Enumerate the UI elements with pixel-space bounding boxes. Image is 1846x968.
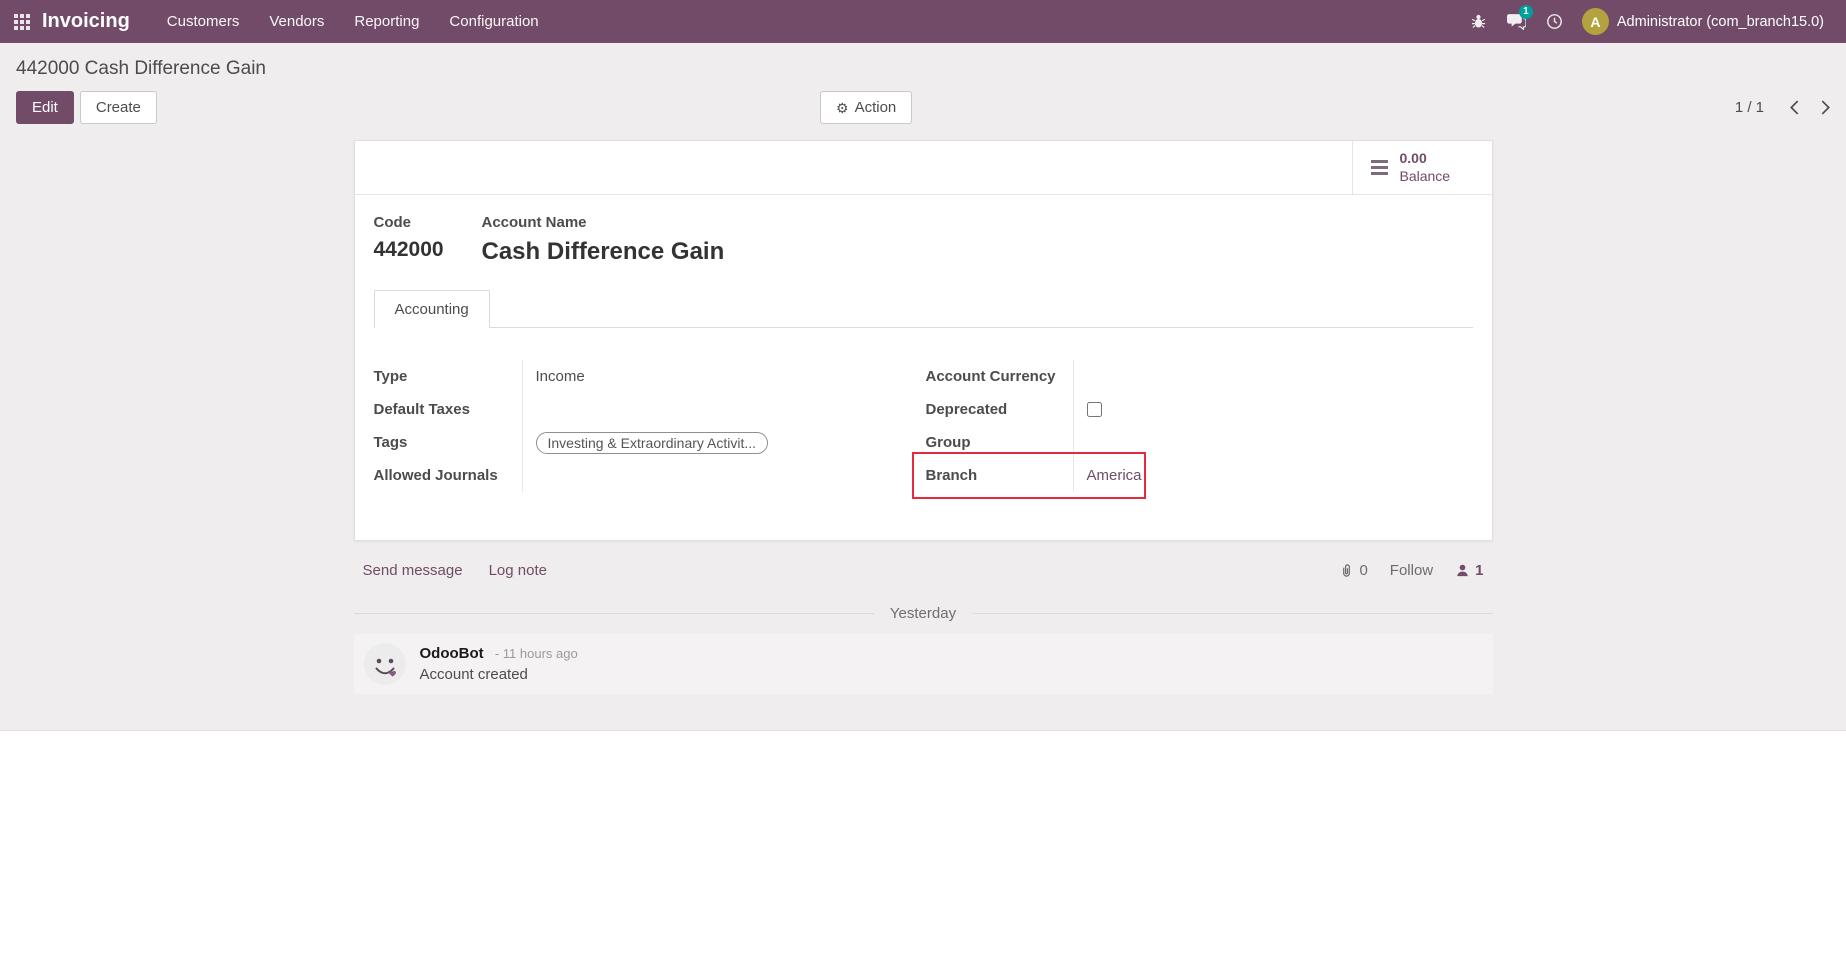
deprecated-checkbox[interactable]: [1087, 402, 1102, 417]
app-name[interactable]: Invoicing: [42, 10, 130, 33]
field-row-group: Group: [926, 426, 1473, 459]
code-label: Code: [374, 214, 482, 231]
group-value: [1073, 426, 1473, 459]
content-area: 442000 Cash Difference Gain Edit Create …: [0, 43, 1846, 731]
follow-button[interactable]: Follow: [1390, 562, 1433, 579]
field-row-branch: Branch America: [926, 459, 1473, 492]
attachment-count: 0: [1359, 562, 1367, 579]
chatter-message: OdooBot - 11 hours ago Account created: [354, 634, 1493, 694]
breadcrumb-row: 442000 Cash Difference Gain: [0, 43, 1846, 82]
form-sheet: Code 442000 Account Name Cash Difference…: [355, 195, 1492, 540]
type-value: Income: [522, 360, 926, 393]
notebook-tabs: Accounting: [374, 290, 1473, 328]
apps-grid-icon[interactable]: [14, 14, 30, 30]
message-author[interactable]: OdooBot: [420, 645, 484, 662]
message-body: Account created: [420, 666, 578, 683]
chatter-toolbar: Send message Log note 0 Follow 1: [354, 556, 1493, 591]
balance-label: Balance: [1400, 168, 1451, 186]
chatter: Send message Log note 0 Follow 1: [354, 556, 1493, 694]
breadcrumb[interactable]: 442000 Cash Difference Gain: [16, 58, 266, 79]
nav-item-customers[interactable]: Customers: [152, 0, 255, 43]
branch-label: Branch: [926, 459, 1073, 492]
tag-investing-extraordinary[interactable]: Investing & Extraordinary Activit...: [536, 432, 769, 454]
account-name-value: Cash Difference Gain: [482, 238, 725, 266]
create-button[interactable]: Create: [80, 91, 157, 124]
odoobot-avatar: [364, 643, 406, 685]
nav-menu: Customers Vendors Reporting Configuratio…: [152, 0, 554, 43]
pager-value: 1 / 1: [1735, 99, 1764, 116]
messages-badge: 1: [1519, 5, 1533, 19]
field-row-type: Type Income: [374, 360, 926, 393]
allowed-journals-label: Allowed Journals: [374, 459, 522, 492]
control-panel: Edit Create ⚙ Action 1 / 1: [0, 82, 1846, 140]
field-row-account-currency: Account Currency: [926, 360, 1473, 393]
date-divider-label: Yesterday: [890, 605, 956, 622]
pager-next-icon[interactable]: [1821, 100, 1830, 115]
group-label: Group: [926, 426, 1073, 459]
user-menu[interactable]: A Administrator (com_branch15.0): [1574, 0, 1832, 43]
action-button[interactable]: ⚙ Action: [820, 91, 912, 124]
action-button-label: Action: [855, 99, 897, 116]
top-nav: Invoicing Customers Vendors Reporting Co…: [0, 0, 1846, 43]
user-avatar: A: [1582, 8, 1609, 35]
nav-right: 1 A Administrator (com_branch15.0): [1460, 0, 1832, 43]
field-row-allowed-journals: Allowed Journals: [374, 459, 926, 492]
pager-previous-icon[interactable]: [1790, 100, 1799, 115]
title-section: Code 442000 Account Name Cash Difference…: [374, 214, 1473, 266]
attachments-button[interactable]: 0: [1339, 562, 1367, 579]
date-divider: Yesterday: [354, 605, 1493, 622]
tags-value: Investing & Extraordinary Activit...: [522, 426, 926, 459]
follower-person-icon: [1455, 563, 1470, 578]
field-row-tags: Tags Investing & Extraordinary Activit..…: [374, 426, 926, 459]
card-header: 0.00 Balance: [355, 141, 1492, 195]
type-label: Type: [374, 360, 522, 393]
deprecated-label: Deprecated: [926, 393, 1073, 426]
account-name-label: Account Name: [482, 214, 725, 231]
activities-clock-icon[interactable]: [1536, 0, 1574, 43]
journal-items-bars-icon: [1371, 160, 1388, 175]
debug-bug-icon[interactable]: [1460, 0, 1498, 43]
nav-item-reporting[interactable]: Reporting: [339, 0, 434, 43]
tags-label: Tags: [374, 426, 522, 459]
deprecated-value: [1073, 393, 1473, 426]
send-message-button[interactable]: Send message: [363, 562, 463, 579]
balance-value: 0.00: [1400, 150, 1451, 168]
code-value: 442000: [374, 238, 482, 262]
gear-icon: ⚙: [836, 101, 849, 115]
field-groups: Type Income Default Taxes Tags Investing…: [374, 328, 1473, 492]
log-note-button[interactable]: Log note: [489, 562, 547, 579]
left-field-group: Type Income Default Taxes Tags Investing…: [374, 360, 926, 492]
account-currency-value: [1073, 360, 1473, 393]
right-field-group: Account Currency Deprecated Group: [926, 360, 1473, 492]
nav-item-vendors[interactable]: Vendors: [254, 0, 339, 43]
edit-button[interactable]: Edit: [16, 91, 74, 124]
account-currency-label: Account Currency: [926, 360, 1073, 393]
default-taxes-label: Default Taxes: [374, 393, 522, 426]
messages-icon[interactable]: 1: [1498, 0, 1536, 43]
branch-value-link[interactable]: America: [1087, 467, 1142, 484]
follower-count: 1: [1475, 562, 1483, 579]
followers-button[interactable]: 1: [1455, 562, 1483, 579]
user-name: Administrator (com_branch15.0): [1617, 14, 1824, 30]
tab-accounting[interactable]: Accounting: [374, 290, 490, 328]
message-timestamp: - 11 hours ago: [495, 646, 578, 661]
pager: 1 / 1: [1735, 99, 1830, 116]
field-row-deprecated: Deprecated: [926, 393, 1473, 426]
field-row-default-taxes: Default Taxes: [374, 393, 926, 426]
account-form-card: 0.00 Balance Code 442000 Account Name Ca…: [354, 140, 1493, 541]
nav-item-configuration[interactable]: Configuration: [434, 0, 553, 43]
balance-stat-button[interactable]: 0.00 Balance: [1352, 141, 1492, 194]
paperclip-icon: [1339, 563, 1354, 579]
default-taxes-value: [522, 393, 926, 426]
allowed-journals-value: [522, 459, 926, 492]
